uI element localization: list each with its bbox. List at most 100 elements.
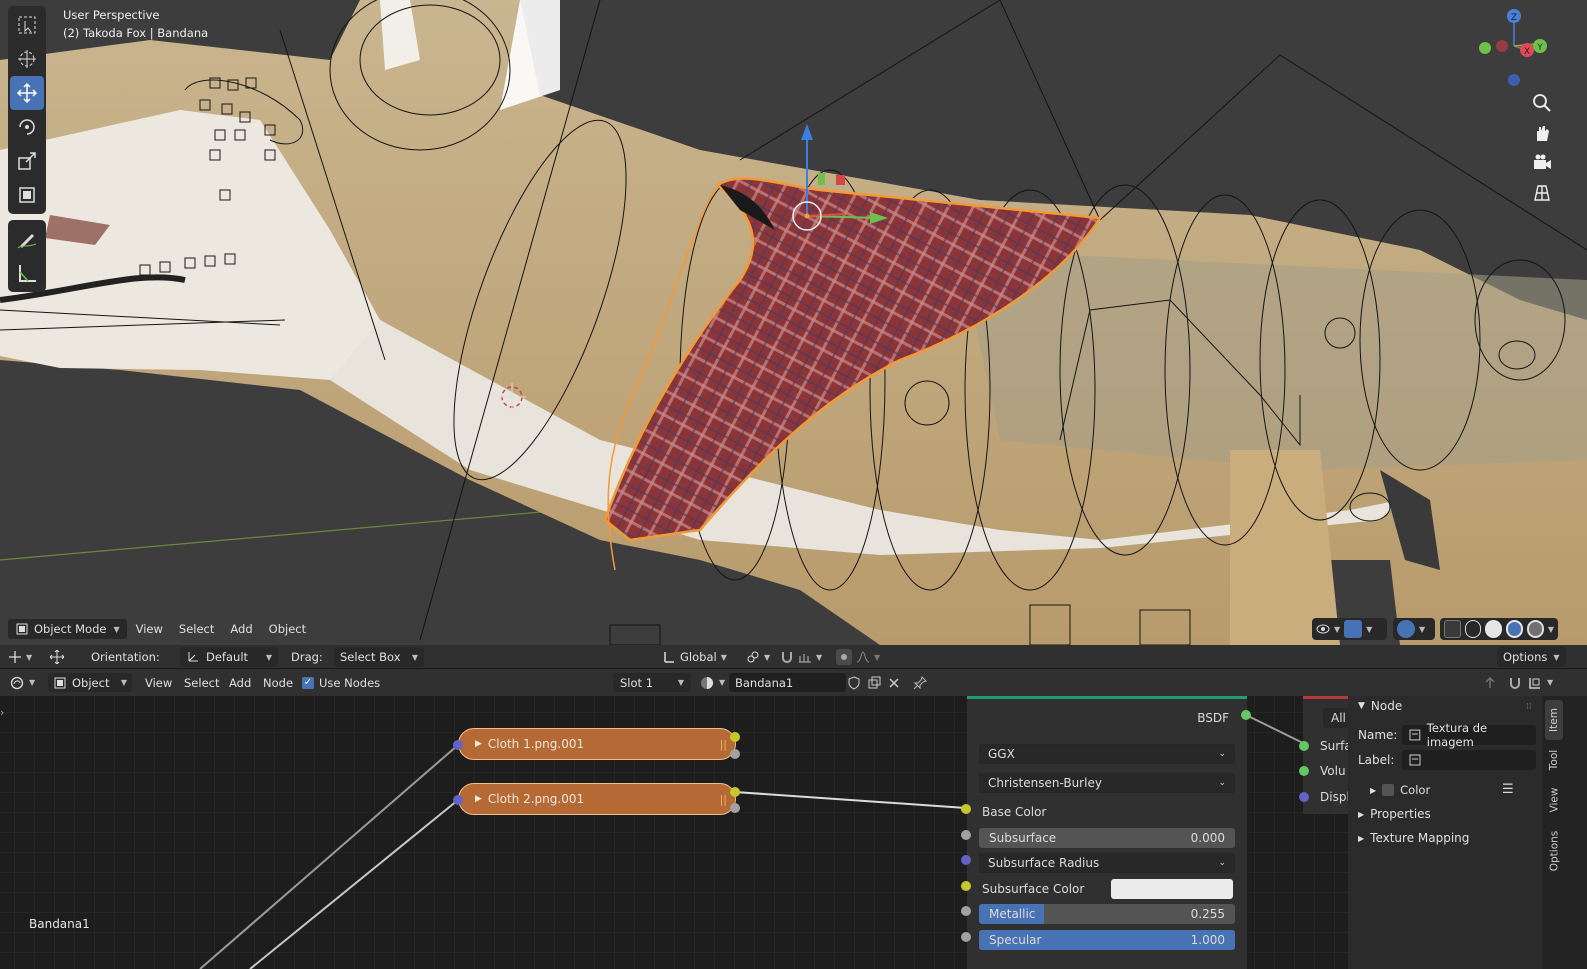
material-preview-shading[interactable]	[1506, 620, 1523, 638]
transform-orientation-dropdown[interactable]: Global ▼	[662, 647, 727, 667]
xray-toggle[interactable]	[1444, 620, 1461, 638]
node-snap-element-dropdown[interactable]: ▼	[1528, 673, 1553, 692]
node-menu-select[interactable]: Select	[184, 673, 219, 692]
vector-input-socket[interactable]	[453, 795, 463, 805]
move-tool[interactable]	[10, 76, 44, 110]
options-dropdown[interactable]: Options ▼	[1497, 647, 1566, 667]
texture-node[interactable]: ▶ Cloth 2.png.001 ||	[458, 783, 736, 815]
menu-add[interactable]: Add	[223, 619, 259, 639]
menu-view[interactable]: View	[129, 619, 170, 639]
shading-controls[interactable]: ▼	[1440, 618, 1558, 640]
drag-handle-icon[interactable]: ⁞⁞	[1526, 702, 1532, 712]
subsurface-color-swatch[interactable]	[1111, 879, 1233, 899]
list-icon[interactable]: ☰	[1502, 782, 1514, 797]
material-browse-button[interactable]: ▼	[700, 673, 725, 692]
gizmo-toggle[interactable]	[1344, 620, 1363, 638]
fake-user-button[interactable]	[847, 673, 861, 692]
orientation-dropdown[interactable]: Default ▼	[180, 647, 278, 667]
solid-shading[interactable]	[1485, 620, 1503, 638]
proportional-edit-toggle[interactable]: ▼	[836, 647, 880, 667]
perspective-toggle[interactable]	[1527, 178, 1557, 208]
metallic-slider[interactable]: Metallic 0.255	[979, 904, 1235, 924]
unlink-material-button[interactable]	[887, 673, 901, 692]
properties-subpanel[interactable]: ▶ Properties	[1358, 804, 1431, 824]
pin-button[interactable]	[913, 673, 927, 692]
3d-viewport[interactable]: User Perspective (2) Takoda Fox | Bandan…	[0, 0, 1587, 645]
alpha-output-socket[interactable]	[730, 749, 740, 759]
node-editor-canvas[interactable]: › Bandana1 ▶ Cloth 1.png.001 || ▶ Cloth …	[0, 696, 1587, 969]
transform-tool[interactable]	[10, 178, 44, 212]
distribution-dropdown[interactable]: GGX ⌄	[979, 744, 1235, 764]
select-box-tool[interactable]	[10, 8, 44, 42]
material-output-node[interactable]: All Surfa Volu Displ	[1303, 696, 1353, 814]
zoom-button[interactable]	[1527, 88, 1557, 118]
subsurface-color-socket[interactable]	[961, 881, 971, 891]
camera-button[interactable]	[1527, 148, 1557, 178]
subsurface-slider[interactable]: Subsurface 0.000	[979, 828, 1235, 848]
subsurface-method-dropdown[interactable]: Christensen-Burley ⌄	[979, 773, 1235, 793]
tool-icon-dropdown[interactable]: ▼	[8, 647, 32, 667]
navigation-gizmo[interactable]: Z X Y	[1470, 6, 1570, 96]
rendered-shading[interactable]	[1526, 620, 1544, 638]
mode-selector[interactable]: Object Mode ▼	[8, 619, 127, 639]
duplicate-material-button[interactable]	[867, 673, 881, 692]
parent-node-tree-button[interactable]	[1483, 673, 1497, 692]
texture-mapping-subpanel[interactable]: ▶ Texture Mapping	[1358, 828, 1469, 848]
subsurface-radius-dropdown[interactable]: Subsurface Radius ⌄	[979, 853, 1235, 873]
specular-slider[interactable]: Specular 1.000	[979, 930, 1235, 950]
node-snap-toggle[interactable]	[1508, 673, 1522, 692]
visibility-controls[interactable]: ▼ ▼	[1312, 618, 1387, 640]
annotate-tool[interactable]	[10, 222, 44, 256]
pan-button[interactable]	[1527, 118, 1557, 148]
collapse-arrow-icon[interactable]: ▶	[475, 739, 482, 749]
node-section-header[interactable]: ▼ Node	[1358, 696, 1402, 716]
subsurface-radius-socket[interactable]	[961, 855, 971, 865]
drag-dropdown[interactable]: Select Box ▼	[334, 647, 424, 667]
color-checkbox[interactable]	[1382, 784, 1395, 796]
color-output-socket[interactable]	[730, 732, 740, 742]
material-name-field[interactable]: Bandana1	[729, 673, 846, 692]
alpha-output-socket[interactable]	[730, 803, 740, 813]
color-output-socket[interactable]	[730, 787, 740, 797]
bsdf-output-socket[interactable]	[1241, 710, 1251, 720]
tab-item[interactable]: Item	[1545, 700, 1563, 740]
displacement-input-socket[interactable]	[1299, 792, 1309, 802]
editor-type-dropdown[interactable]: ▼	[10, 673, 35, 692]
overlay-controls[interactable]: ▼	[1393, 618, 1435, 640]
use-nodes-toggle[interactable]: ✓ Use Nodes	[302, 673, 380, 692]
node-label-field[interactable]	[1402, 750, 1536, 770]
node-name-field[interactable]: Textura de imagem	[1402, 721, 1536, 749]
color-subpanel[interactable]: ▶ Color	[1370, 780, 1430, 800]
node-menu-add[interactable]: Add	[229, 673, 251, 692]
overlay-toggle[interactable]	[1397, 620, 1415, 638]
shader-type-dropdown[interactable]: Object ▼	[48, 673, 132, 692]
texture-node[interactable]: ▶ Cloth 1.png.001 ||	[458, 728, 736, 760]
pivot-dropdown[interactable]: ▼	[746, 647, 770, 667]
tab-tool[interactable]: Tool	[1545, 742, 1563, 778]
snap-toggle[interactable]: ▼	[780, 647, 822, 667]
collapse-arrow-icon[interactable]: ▶	[475, 794, 482, 804]
subsurface-socket[interactable]	[961, 830, 971, 840]
tab-options[interactable]: Options	[1545, 826, 1563, 876]
node-menu-node[interactable]: Node	[263, 673, 293, 692]
surface-input-socket[interactable]	[1299, 741, 1309, 751]
measure-tool[interactable]	[10, 256, 44, 290]
expand-arrow-icon[interactable]: ›	[0, 706, 4, 719]
scene-render[interactable]	[0, 0, 1587, 645]
scale-tool[interactable]	[10, 144, 44, 178]
base-color-socket[interactable]	[961, 804, 971, 814]
principled-bsdf-node[interactable]: BSDF GGX ⌄ Christensen-Burley ⌄ Base Col…	[967, 696, 1247, 969]
cursor-tool[interactable]	[10, 42, 44, 76]
tab-view[interactable]: View	[1545, 782, 1563, 818]
wireframe-shading[interactable]	[1464, 620, 1482, 638]
node-sidebar: ▼ Node ⁞⁞ Name: Textura de imagem Label:…	[1348, 696, 1542, 969]
slot-dropdown[interactable]: Slot 1 ▼	[613, 673, 691, 692]
specular-socket[interactable]	[961, 932, 971, 942]
node-menu-view[interactable]: View	[145, 673, 172, 692]
rotate-tool[interactable]	[10, 110, 44, 144]
menu-object[interactable]: Object	[262, 619, 313, 639]
metallic-socket[interactable]	[961, 906, 971, 916]
menu-select[interactable]: Select	[172, 619, 221, 639]
vector-input-socket[interactable]	[453, 740, 463, 750]
volume-input-socket[interactable]	[1299, 766, 1309, 776]
